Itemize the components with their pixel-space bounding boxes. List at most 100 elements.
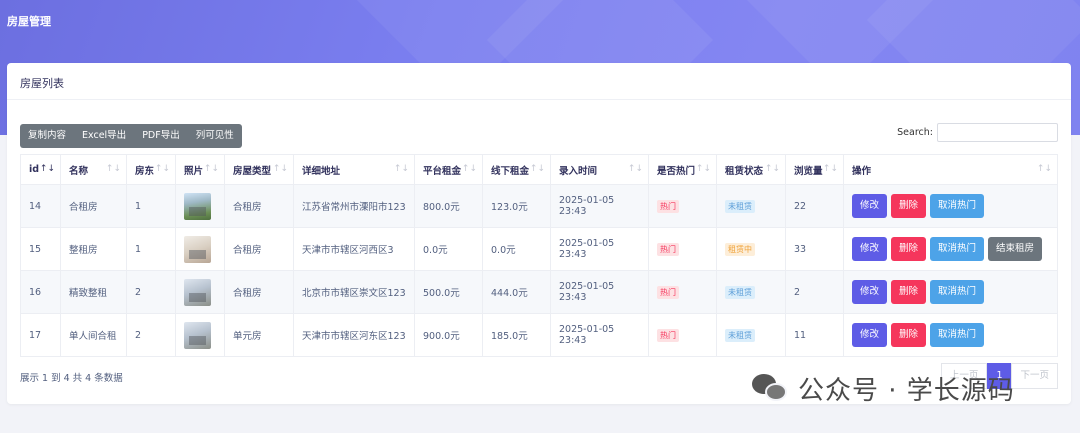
cell-rent-status: 未租赁 (716, 313, 786, 357)
cell-rent-status: 租赁中 (716, 227, 786, 271)
end-rental-button[interactable]: 结束租房 (988, 237, 1043, 261)
house-photo[interactable] (184, 235, 211, 263)
edit-button[interactable]: 修改 (852, 194, 888, 218)
sort-icon: ↑↓ (393, 164, 409, 174)
sort-icon: ↑↓ (154, 164, 170, 174)
cell-rent-status: 未租赁 (716, 270, 786, 314)
cell-actions: 修改 删除 取消热门 (843, 270, 1058, 314)
column-header-type[interactable]: 房屋类型 ↑↓ (224, 154, 294, 185)
watermark: 公众号 · 学长源码 (752, 370, 1015, 407)
cell-id: 14 (20, 184, 61, 228)
column-header-name[interactable]: 名称 ↑↓ (60, 154, 127, 185)
cell-offline-rent: 0.0元 (482, 227, 551, 271)
cell-id: 16 (20, 270, 61, 314)
column-header-address[interactable]: 详细地址 ↑↓ (293, 154, 415, 185)
cell-actions: 修改 删除 取消热门 (843, 184, 1058, 228)
edit-button[interactable]: 修改 (852, 323, 888, 347)
cell-hot: 热门 (648, 270, 717, 314)
cell-entry-time: 2025-01-05 23:43 (550, 270, 649, 314)
edit-button[interactable]: 修改 (852, 280, 888, 304)
cell-views: 33 (785, 227, 844, 271)
cancel-hot-button[interactable]: 取消热门 (930, 323, 985, 347)
column-header-id[interactable]: id ↑↓ (20, 154, 61, 185)
status-badge: 未租赁 (725, 285, 755, 299)
delete-button[interactable]: 删除 (891, 323, 927, 347)
cell-address: 江苏省常州市溧阳市123 (293, 184, 415, 228)
sort-icon: ↑↓ (529, 164, 545, 174)
cancel-hot-button[interactable]: 取消热门 (930, 237, 985, 261)
search-input[interactable] (937, 123, 1058, 142)
column-header-entry-time[interactable]: 录入时间 ↑↓ (550, 154, 649, 185)
cell-address: 北京市市辖区崇文区123 (293, 270, 415, 314)
cell-entry-time: 2025-01-05 23:43 (550, 184, 649, 228)
cell-landlord: 1 (126, 184, 176, 228)
excel-export-button[interactable]: Excel导出 (74, 124, 134, 148)
cell-id: 15 (20, 227, 61, 271)
column-header-offline-rent[interactable]: 线下租金 ↑↓ (482, 154, 551, 185)
cell-views: 22 (785, 184, 844, 228)
status-badge: 租赁中 (725, 242, 755, 256)
table-info: 展示 1 到 4 共 4 条数据 (20, 373, 123, 384)
sort-icon: ↑↓ (1036, 164, 1052, 174)
sort-icon: ↑↓ (822, 164, 838, 174)
hot-badge: 热门 (657, 328, 679, 342)
column-visibility-button[interactable]: 列可见性 (188, 124, 242, 148)
card-divider (7, 99, 1071, 100)
sort-icon: ↑↓ (461, 164, 477, 174)
next-page-button[interactable]: 下一页 (1011, 363, 1058, 389)
pdf-export-button[interactable]: PDF导出 (134, 124, 188, 148)
cell-photo (175, 313, 225, 357)
cell-type: 单元房 (224, 313, 294, 357)
sort-icon: ↑↓ (203, 164, 219, 174)
cell-name: 整租房 (60, 227, 127, 271)
cell-hot: 热门 (648, 227, 717, 271)
cell-hot: 热门 (648, 313, 717, 357)
house-photo[interactable] (184, 321, 211, 349)
cell-views: 2 (785, 270, 844, 314)
sort-icon: ↑↓ (764, 164, 780, 174)
cell-name: 精致整租 (60, 270, 127, 314)
cell-address: 天津市市辖区河西区3 (293, 227, 415, 271)
hot-badge: 热门 (657, 199, 679, 213)
delete-button[interactable]: 删除 (891, 194, 927, 218)
cell-photo (175, 270, 225, 314)
sort-icon: ↑↓ (272, 164, 288, 174)
column-header-landlord[interactable]: 房东 ↑↓ (126, 154, 176, 185)
cell-views: 11 (785, 313, 844, 357)
cell-platform-rent: 800.0元 (414, 184, 483, 228)
cell-offline-rent: 123.0元 (482, 184, 551, 228)
export-button-group: 复制内容 Excel导出 PDF导出 列可见性 (20, 124, 242, 148)
cell-platform-rent: 900.0元 (414, 313, 483, 357)
house-photo[interactable] (184, 278, 211, 306)
cell-landlord: 2 (126, 313, 176, 357)
cell-offline-rent: 185.0元 (482, 313, 551, 357)
cell-entry-time: 2025-01-05 23:43 (550, 227, 649, 271)
cell-landlord: 1 (126, 227, 176, 271)
cell-type: 合租房 (224, 270, 294, 314)
column-header-photo[interactable]: 照片 ↑↓ (175, 154, 225, 185)
cell-offline-rent: 444.0元 (482, 270, 551, 314)
page-title: 房屋管理 (7, 15, 51, 28)
column-header-platform-rent[interactable]: 平台租金 ↑↓ (414, 154, 483, 185)
cancel-hot-button[interactable]: 取消热门 (930, 280, 985, 304)
sort-icon: ↑↓ (695, 164, 711, 174)
cell-actions: 修改 删除 取消热门 结束租房 (843, 227, 1058, 271)
column-header-hot[interactable]: 是否热门 ↑↓ (648, 154, 717, 185)
house-photo[interactable] (184, 192, 211, 220)
table-row: 14 合租房 1 合租房 江苏省常州市溧阳市123 800.0元 123.0元 … (20, 184, 1058, 228)
cell-platform-rent: 500.0元 (414, 270, 483, 314)
status-badge: 未租赁 (725, 328, 755, 342)
cell-photo (175, 184, 225, 228)
hot-badge: 热门 (657, 285, 679, 299)
table-row: 15 整租房 1 合租房 天津市市辖区河西区3 0.0元 0.0元 2025-0… (20, 227, 1058, 271)
column-header-actions[interactable]: 操作 ↑↓ (843, 154, 1058, 185)
delete-button[interactable]: 删除 (891, 280, 927, 304)
delete-button[interactable]: 删除 (891, 237, 927, 261)
cell-name: 合租房 (60, 184, 127, 228)
copy-button[interactable]: 复制内容 (20, 124, 74, 148)
edit-button[interactable]: 修改 (852, 237, 888, 261)
sort-asc-icon: ↑↓ (39, 164, 55, 174)
column-header-rent-status[interactable]: 租赁状态 ↑↓ (716, 154, 786, 185)
column-header-views[interactable]: 浏览量 ↑↓ (785, 154, 844, 185)
cancel-hot-button[interactable]: 取消热门 (930, 194, 985, 218)
